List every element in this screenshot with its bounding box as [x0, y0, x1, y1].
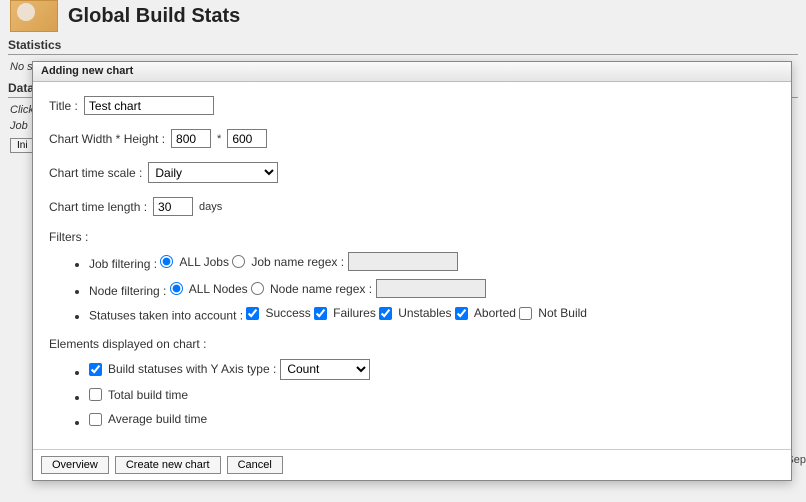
time-length-input[interactable]	[153, 197, 193, 216]
all-jobs-label: ALL Jobs	[179, 255, 229, 269]
time-length-label: Chart time length :	[49, 200, 147, 214]
statuses-label: Statuses taken into account :	[89, 309, 243, 323]
yaxis-type-select[interactable]: Count	[280, 359, 370, 380]
cancel-button[interactable]: Cancel	[227, 456, 283, 474]
total-build-time-label: Total build time	[108, 388, 188, 402]
time-scale-select[interactable]: Daily	[148, 162, 278, 183]
aborted-checkbox[interactable]	[455, 307, 468, 320]
job-regex-label: Job name regex :	[251, 255, 344, 269]
title-input[interactable]	[84, 96, 214, 115]
failures-checkbox[interactable]	[314, 307, 327, 320]
times-label: *	[217, 133, 221, 145]
all-nodes-label: ALL Nodes	[189, 282, 248, 296]
notbuild-checkbox[interactable]	[519, 307, 532, 320]
unstables-checkbox[interactable]	[379, 307, 392, 320]
all-jobs-radio[interactable]	[160, 255, 173, 268]
time-scale-label: Chart time scale :	[49, 166, 142, 180]
total-build-time-checkbox[interactable]	[89, 388, 102, 401]
height-input[interactable]	[227, 129, 267, 148]
avg-build-time-label: Average build time	[108, 412, 207, 426]
days-label: days	[199, 201, 222, 213]
job-regex-input[interactable]	[348, 252, 458, 271]
filters-list: Job filtering : ALL Jobs Job name regex …	[49, 248, 775, 327]
all-nodes-radio[interactable]	[170, 282, 183, 295]
build-statuses-label: Build statuses with Y Axis type :	[108, 362, 276, 376]
dialog-body: Title : Chart Width * Height : * Chart t…	[33, 82, 791, 449]
aborted-label: Aborted	[474, 306, 516, 320]
job-filtering-label: Job filtering :	[89, 257, 157, 271]
overview-button[interactable]: Overview	[41, 456, 109, 474]
title-label: Title :	[49, 99, 78, 113]
avg-build-time-checkbox[interactable]	[89, 413, 102, 426]
failures-label: Failures	[333, 306, 376, 320]
notbuild-label: Not Build	[538, 306, 587, 320]
success-checkbox[interactable]	[246, 307, 259, 320]
build-statuses-checkbox[interactable]	[89, 363, 102, 376]
node-regex-radio[interactable]	[251, 282, 264, 295]
node-regex-label: Node name regex :	[270, 282, 372, 296]
dialog: Adding new chart Title : Chart Width * H…	[32, 61, 792, 481]
filters-label: Filters :	[49, 230, 88, 244]
width-input[interactable]	[171, 129, 211, 148]
width-height-label: Chart Width * Height :	[49, 132, 165, 146]
unstables-label: Unstables	[398, 306, 451, 320]
dialog-overlay: Adding new chart Title : Chart Width * H…	[0, 0, 806, 502]
elements-list: Build statuses with Y Axis type : Count …	[49, 355, 775, 433]
success-label: Success	[265, 306, 310, 320]
node-filtering-label: Node filtering :	[89, 284, 166, 298]
create-chart-button[interactable]: Create new chart	[115, 456, 221, 474]
elements-label: Elements displayed on chart :	[49, 337, 206, 351]
dialog-title: Adding new chart	[33, 62, 791, 82]
dialog-footer: Overview Create new chart Cancel	[33, 449, 791, 480]
job-regex-radio[interactable]	[232, 255, 245, 268]
node-regex-input[interactable]	[376, 279, 486, 298]
